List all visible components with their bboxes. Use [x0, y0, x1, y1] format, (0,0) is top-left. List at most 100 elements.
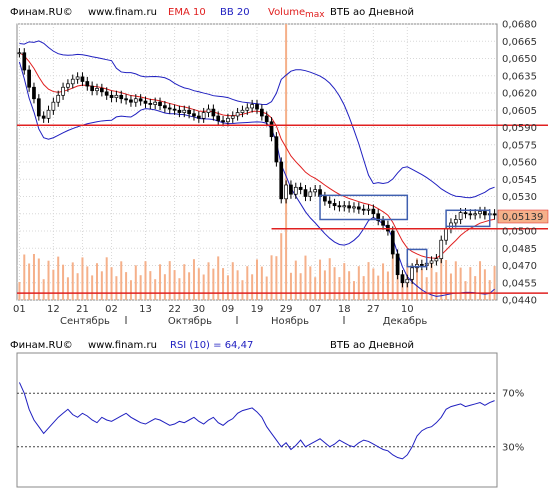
y-tick-label: 0,0440	[502, 296, 537, 307]
candle-body	[327, 200, 332, 204]
volume-bar	[188, 272, 191, 300]
rsi-brand-label: Финам.RU©	[10, 340, 73, 351]
volume-bar	[420, 269, 423, 300]
candle-body	[279, 161, 284, 200]
candle-body	[133, 98, 138, 103]
candle-body	[473, 213, 478, 216]
volume-bar	[425, 277, 428, 300]
candle-body	[61, 86, 65, 96]
candle-body	[259, 108, 264, 117]
candle-body	[463, 212, 468, 215]
candle-body	[444, 228, 448, 241]
volume-bar	[294, 260, 297, 300]
volume-bar	[222, 268, 225, 300]
volume-bar	[192, 259, 195, 300]
volume-bar	[256, 259, 258, 300]
volume-bar	[144, 261, 147, 300]
x-tick-label: 02	[105, 304, 118, 315]
candle-body	[22, 52, 27, 71]
y-tick-label: 0,0665	[502, 37, 537, 48]
candle-body	[250, 104, 255, 109]
volume-bar	[197, 268, 200, 300]
candle-body	[90, 85, 95, 92]
candle-body	[221, 120, 225, 123]
candle-body	[158, 101, 162, 106]
site-label: www.finam.ru	[88, 7, 157, 18]
volume-bar	[474, 276, 477, 300]
candle-body	[153, 101, 158, 105]
candle-body	[390, 230, 395, 255]
volume-bar	[149, 271, 152, 300]
volume-label: Volume	[268, 7, 305, 18]
candle-body	[342, 205, 347, 208]
candle-body	[70, 78, 75, 85]
candle-body	[201, 112, 206, 119]
candle-body	[381, 220, 385, 226]
candle-body	[400, 274, 405, 284]
rsi-level-label: 70%	[502, 389, 524, 400]
x-tick-label: 07	[309, 304, 322, 315]
volume-bar	[66, 277, 69, 300]
y-tick-label: 0,0605	[502, 106, 537, 117]
candle-body	[371, 208, 376, 215]
candle-body	[56, 94, 61, 103]
y-tick-label: 0,0680	[502, 20, 537, 31]
candle-body	[138, 98, 143, 102]
candle-body	[269, 121, 274, 138]
y-tick-label: 0,0575	[502, 140, 537, 151]
volume-bar	[352, 281, 355, 300]
y-tick-label: 0,0485	[502, 244, 537, 255]
candle-body	[95, 88, 99, 92]
candle-body	[51, 101, 56, 111]
x-tick-label: 01	[13, 304, 26, 315]
volume-bar	[265, 276, 268, 300]
candle-body	[458, 212, 463, 220]
candle-body	[104, 91, 109, 96]
candle-body	[167, 107, 172, 110]
volume-bar	[488, 280, 491, 300]
candle-body	[453, 219, 458, 224]
volume-bar	[493, 266, 496, 300]
volume-bar	[110, 267, 113, 300]
candle-body	[293, 186, 298, 195]
volume-bar	[154, 279, 157, 300]
candle-body	[172, 108, 177, 111]
volume-bar	[367, 262, 370, 300]
volume-bar	[285, 24, 288, 300]
volume-bar	[76, 273, 79, 300]
ema-label: EMA 10	[168, 7, 206, 18]
x-tick-label: 13	[139, 304, 152, 315]
candle-body	[274, 136, 279, 163]
candle-body	[303, 189, 308, 197]
candle-body	[264, 115, 269, 123]
candle-body	[114, 94, 119, 98]
volume-bar	[207, 262, 210, 300]
volume-bar	[42, 279, 45, 300]
y-tick-label: 0,0470	[502, 261, 537, 272]
x-tick-label: 30	[192, 304, 205, 315]
volume-bar	[309, 266, 312, 300]
volume-bar	[120, 261, 123, 300]
candle-body	[196, 115, 201, 119]
candle-body	[216, 115, 221, 121]
volume-bar	[469, 267, 472, 300]
candle-body	[32, 86, 36, 100]
candle-body	[119, 94, 124, 100]
date-x-axis: 01 12 21 02 13 22 30 09 19 29 07 18 27 10 Сентябрь Октя…	[13, 304, 427, 327]
volume-bar	[246, 266, 249, 300]
volume-bar	[348, 271, 351, 300]
candle-body	[337, 205, 342, 208]
instrument-label: ВТБ ао Дневной	[330, 7, 414, 18]
candle-body	[483, 211, 487, 216]
volume-bar	[178, 278, 181, 300]
volume-bar	[449, 273, 452, 300]
candle-body	[410, 267, 415, 280]
month-label: Ноябрь	[271, 316, 309, 327]
volume-bar	[459, 267, 462, 300]
candle-body	[230, 115, 235, 119]
volume-bar	[314, 277, 317, 300]
candle-body	[332, 203, 337, 207]
month-label: Сентябрь	[60, 316, 110, 327]
y-tick-label: 0,0500	[502, 227, 537, 238]
volume-bar	[241, 280, 244, 300]
